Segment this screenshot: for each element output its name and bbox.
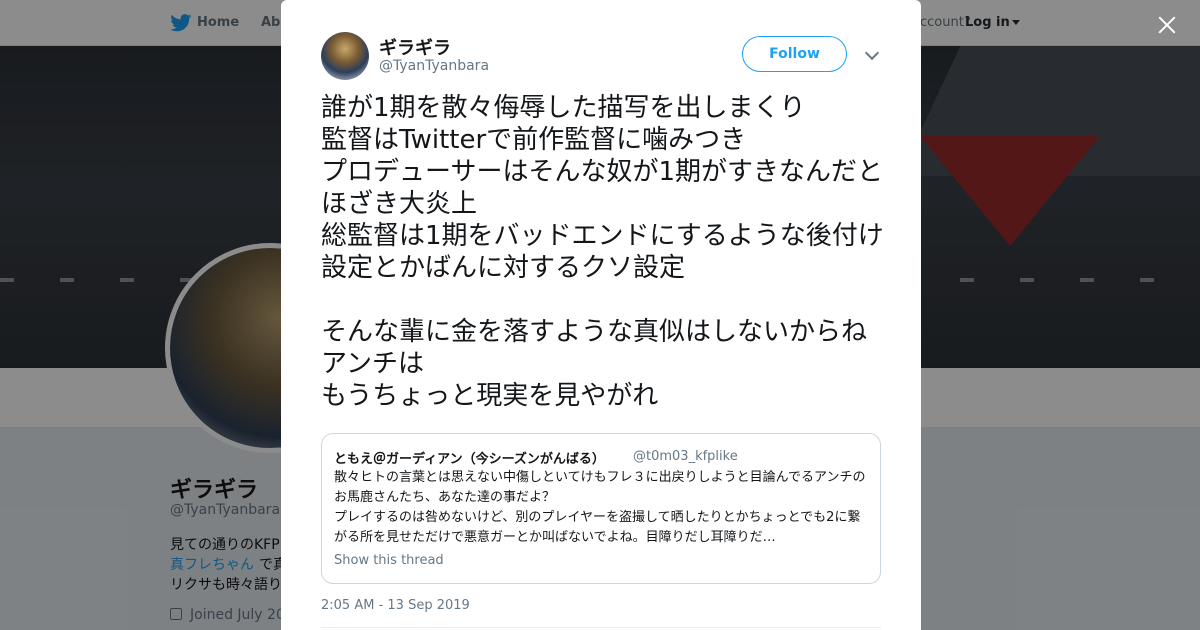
follow-button[interactable]: Follow <box>742 36 847 72</box>
divider <box>321 627 881 628</box>
show-thread-link[interactable]: Show this thread <box>334 553 444 568</box>
tweet-text: 誰が1期を散々侮辱した描写を出しまくり 監督はTwitterで前作監督に噛みつき… <box>321 93 884 411</box>
tweet-author-handle[interactable]: @TyanTyanbara <box>379 58 489 74</box>
tweet-author-name[interactable]: ギラギラ <box>379 34 451 60</box>
tweet-author-avatar[interactable] <box>321 32 369 80</box>
quoted-author-name: ともえ＠ガーディアン（今シーズンがんばる） <box>334 452 605 467</box>
quoted-tweet-text: 散々ヒトの言葉とは思えない中傷しといてけもフレ３に出戻りしようと目論んでるアンチ… <box>334 470 866 545</box>
chevron-down-icon[interactable] <box>864 45 880 61</box>
tweet-modal: ギラギラ @TyanTyanbara Follow 誰が1期を散々侮辱した描写を… <box>281 0 921 630</box>
quoted-tweet[interactable]: ともえ＠ガーディアン（今シーズンがんばる） @t0m03_kfplike 散々ヒ… <box>321 433 881 584</box>
close-icon[interactable] <box>1154 12 1180 38</box>
quoted-author-handle: @t0m03_kfplike <box>633 449 738 464</box>
tweet-timestamp[interactable]: 2:05 AM - 13 Sep 2019 <box>321 598 470 613</box>
